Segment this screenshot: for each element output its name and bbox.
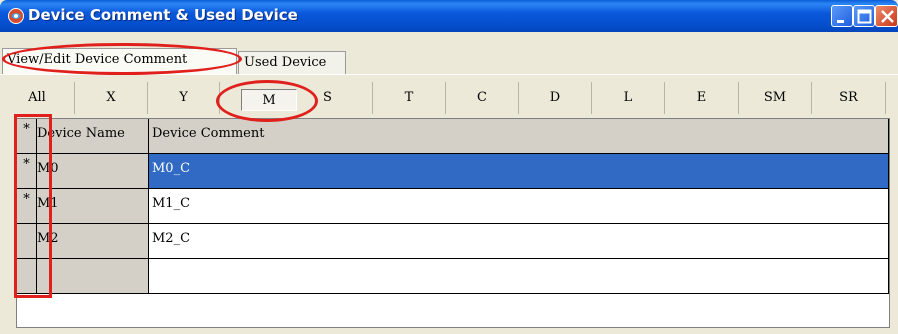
device-comment-cell[interactable]: M1_C [149, 189, 889, 224]
device-button-y[interactable]: Y [148, 82, 220, 114]
device-button-sm[interactable]: SM [739, 82, 812, 114]
device-comment-grid[interactable]: * Device Name Device Comment * M0 M0_C *… [16, 118, 890, 328]
table-row[interactable]: * M1 M1_C [17, 189, 889, 224]
device-name-cell[interactable]: M0 [37, 154, 149, 189]
device-button-l[interactable]: L [592, 82, 665, 114]
header-device-comment[interactable]: Device Comment [149, 119, 889, 154]
table-row[interactable]: * M0 M0_C [17, 154, 889, 189]
device-comment-window: Device Comment & Used Device View/Edit D… [0, 0, 898, 334]
device-comment-cell[interactable] [149, 259, 889, 294]
device-comment-cell[interactable]: M0_C [149, 154, 889, 189]
minimize-button[interactable] [831, 5, 853, 27]
title-bar[interactable]: Device Comment & Used Device [0, 0, 898, 32]
header-device-name[interactable]: Device Name [37, 119, 149, 154]
annotation-mark-column-box [14, 114, 52, 298]
grid-header-row: * Device Name Device Comment [17, 119, 889, 154]
device-button-all[interactable]: All [0, 82, 75, 114]
device-button-e[interactable]: E [665, 82, 739, 114]
minimize-icon [837, 20, 844, 23]
table-row[interactable] [17, 259, 889, 294]
app-icon [7, 7, 25, 25]
device-button-t[interactable]: T [373, 82, 446, 114]
tab-used-device[interactable]: Used Device [238, 51, 346, 74]
device-button-d[interactable]: D [519, 82, 592, 114]
annotation-tab-ellipse [2, 43, 242, 75]
device-name-cell[interactable]: M1 [37, 189, 149, 224]
window-title: Device Comment & Used Device [28, 6, 298, 24]
close-button[interactable] [875, 5, 898, 27]
annotation-m-circle [216, 80, 318, 122]
device-filter-bar: All X Y M S T C D L E SM SR [0, 82, 898, 114]
device-name-cell[interactable]: M2 [37, 224, 149, 259]
device-button-c[interactable]: C [446, 82, 519, 114]
device-button-x[interactable]: X [75, 82, 148, 114]
maximize-button[interactable] [853, 5, 875, 27]
device-comment-cell[interactable]: M2_C [149, 224, 889, 259]
device-name-cell[interactable] [37, 259, 149, 294]
device-button-sr[interactable]: SR [812, 82, 886, 114]
table-row[interactable]: M2 M2_C [17, 224, 889, 259]
close-icon [881, 10, 894, 23]
